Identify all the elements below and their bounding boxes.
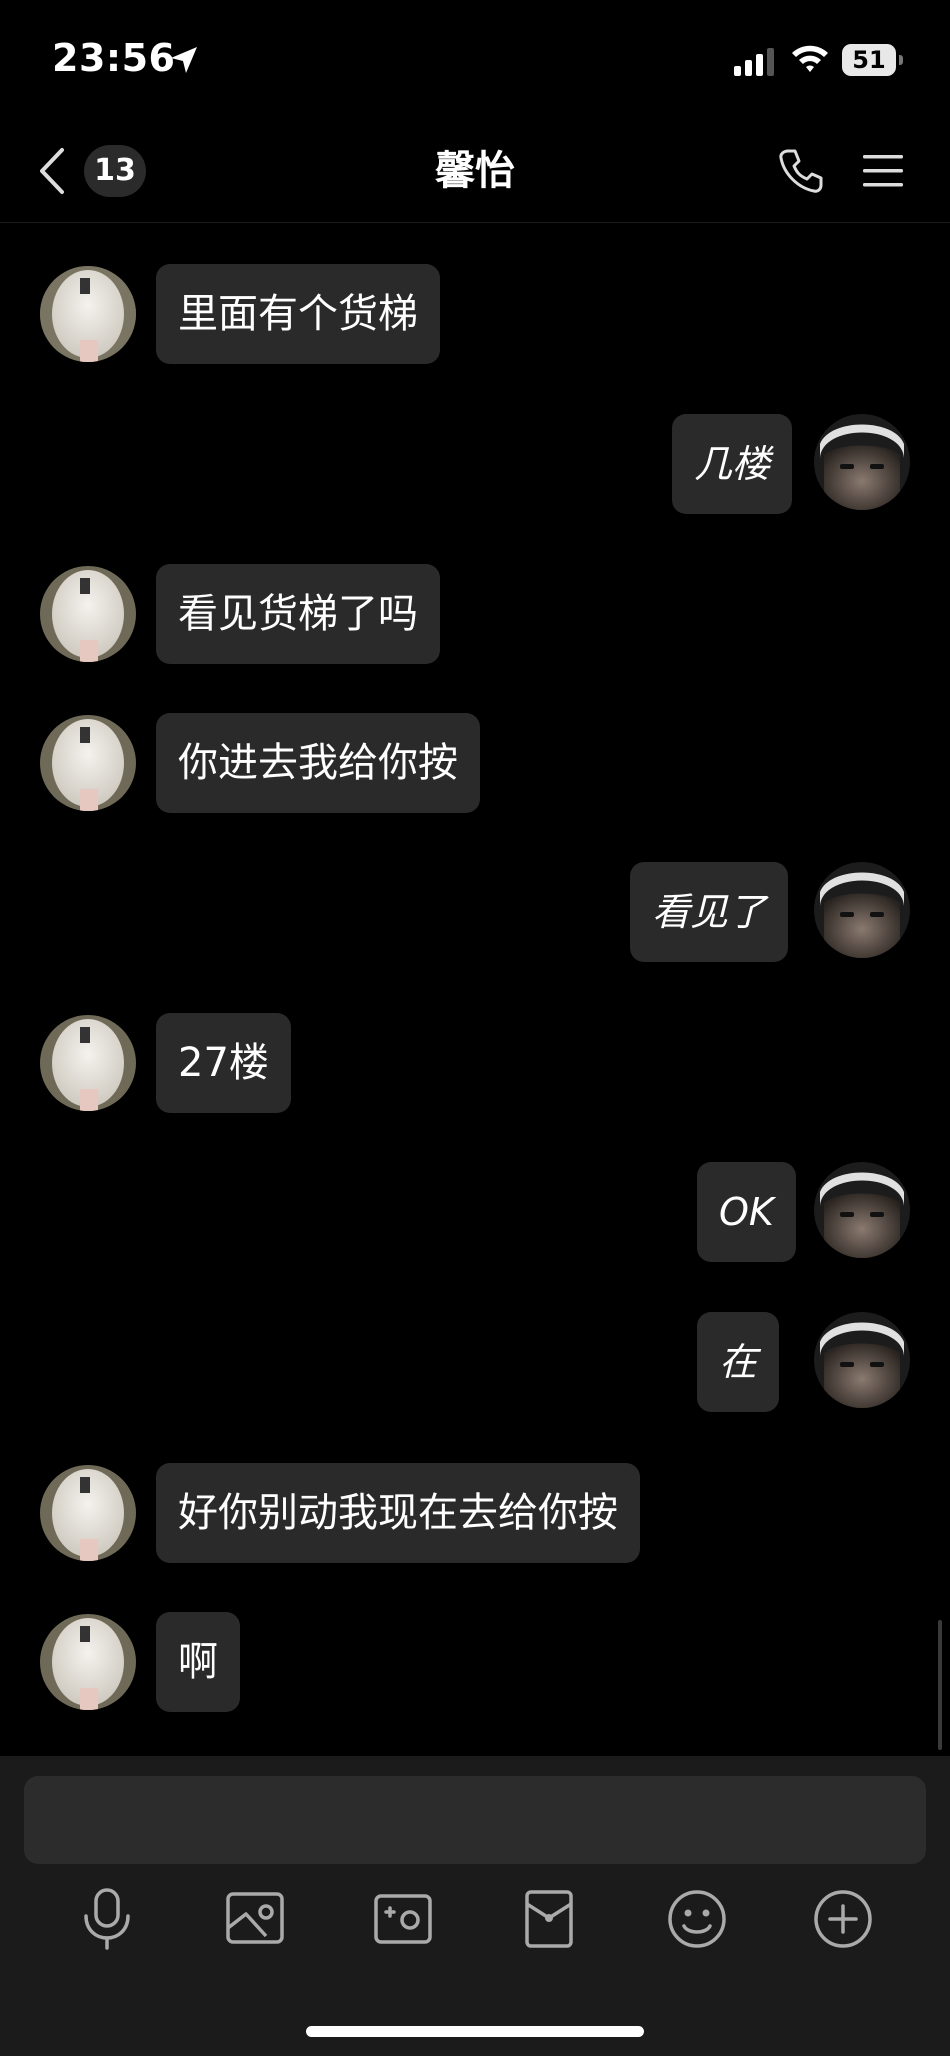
location-arrow-icon bbox=[168, 44, 200, 80]
my-avatar[interactable] bbox=[814, 1162, 910, 1258]
message-bubble[interactable]: 你进去我给你按 bbox=[156, 713, 480, 813]
my-avatar[interactable] bbox=[814, 862, 910, 958]
battery-level: 51 bbox=[852, 46, 886, 74]
message-bubble[interactable]: 几楼 bbox=[672, 414, 793, 514]
message-row: 啊 bbox=[0, 1612, 950, 1712]
message-row: OK bbox=[0, 1162, 950, 1262]
message-row: 27楼 bbox=[0, 1013, 950, 1113]
message-row: 几楼 bbox=[0, 414, 950, 514]
message-bubble[interactable]: 27楼 bbox=[156, 1013, 291, 1113]
message-bubble[interactable]: 在 bbox=[697, 1312, 780, 1412]
message-row: 在 bbox=[0, 1312, 950, 1412]
wifi-icon bbox=[790, 42, 830, 78]
contact-avatar[interactable] bbox=[40, 266, 136, 362]
status-time: 23:56 bbox=[52, 36, 176, 80]
scroll-indicator[interactable] bbox=[938, 1620, 942, 1750]
message-row: 看见了 bbox=[0, 862, 950, 962]
message-bubble[interactable]: OK bbox=[697, 1162, 796, 1262]
camera-icon[interactable] bbox=[368, 1884, 438, 1954]
contact-avatar[interactable] bbox=[40, 566, 136, 662]
contact-avatar[interactable] bbox=[40, 1614, 136, 1710]
input-area bbox=[0, 1756, 950, 2056]
message-input[interactable] bbox=[24, 1776, 926, 1864]
battery-indicator: 51 bbox=[842, 44, 904, 76]
contact-avatar[interactable] bbox=[40, 1015, 136, 1111]
message-row: 看见货梯了吗 bbox=[0, 564, 950, 664]
phone-call-icon[interactable] bbox=[776, 146, 826, 200]
message-bubble[interactable]: 看见了 bbox=[630, 862, 789, 962]
home-indicator[interactable] bbox=[306, 2026, 644, 2037]
contact-avatar[interactable] bbox=[40, 1465, 136, 1561]
cellular-signal-icon bbox=[734, 46, 778, 82]
photo-icon[interactable] bbox=[220, 1884, 290, 1954]
contact-avatar[interactable] bbox=[40, 715, 136, 811]
message-row: 里面有个货梯 bbox=[0, 264, 950, 364]
message-row: 好你别动我现在去给你按 bbox=[0, 1463, 950, 1563]
menu-icon[interactable] bbox=[860, 148, 906, 198]
back-chevron-icon[interactable] bbox=[34, 144, 68, 202]
message-bubble[interactable]: 看见货梯了吗 bbox=[156, 564, 440, 664]
microphone-icon[interactable] bbox=[72, 1884, 142, 1954]
message-bubble[interactable]: 啊 bbox=[156, 1612, 240, 1712]
my-avatar[interactable] bbox=[814, 414, 910, 510]
message-bubble[interactable]: 里面有个货梯 bbox=[156, 264, 440, 364]
chat-header: 13 馨怡 bbox=[0, 120, 950, 223]
message-row: 你进去我给你按 bbox=[0, 713, 950, 813]
plus-icon[interactable] bbox=[808, 1884, 878, 1954]
status-bar: 23:56 51 bbox=[0, 0, 950, 120]
unread-count-badge[interactable]: 13 bbox=[84, 145, 146, 197]
message-bubble[interactable]: 好你别动我现在去给你按 bbox=[156, 1463, 640, 1563]
my-avatar[interactable] bbox=[814, 1312, 910, 1408]
emoji-icon[interactable] bbox=[662, 1884, 732, 1954]
red-packet-icon[interactable] bbox=[514, 1884, 584, 1954]
